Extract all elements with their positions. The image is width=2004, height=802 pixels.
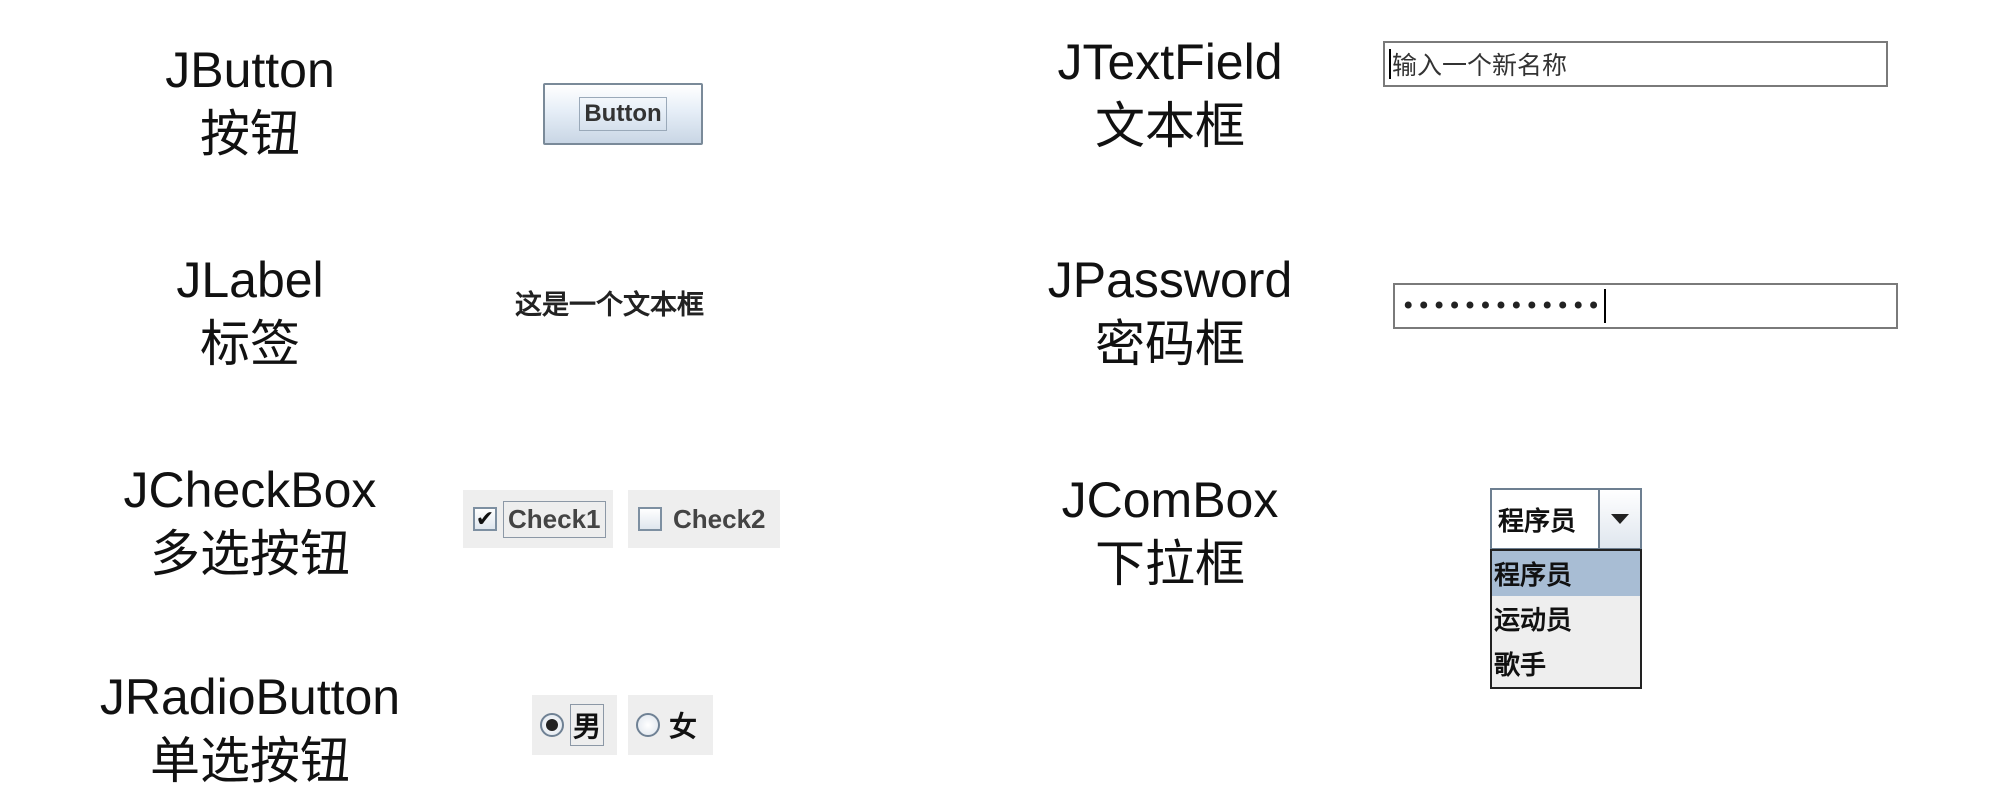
- password-caret: [1603, 289, 1606, 323]
- combo-arrow-button[interactable]: [1600, 490, 1640, 548]
- radio-female-label: 女: [669, 710, 698, 743]
- caption-jcombox-en: JComBox: [1061, 472, 1279, 528]
- caption-jbutton-zh: 按钮: [200, 106, 300, 162]
- caption-jlabel-zh: 标签: [200, 316, 300, 372]
- radio-male[interactable]: 男: [532, 695, 617, 755]
- radio-female[interactable]: 女: [628, 695, 713, 755]
- caption-jlabel: JLabel 标签: [150, 248, 350, 376]
- caption-jradiobutton-zh: 单选按钮: [150, 733, 350, 789]
- demo-text-field-value: 输入一个新名称: [1392, 51, 1568, 80]
- caption-jlabel-en: JLabel: [176, 252, 324, 308]
- radio-male-label: 男: [570, 704, 605, 746]
- caption-jtextfield-zh: 文本框: [1095, 98, 1245, 154]
- caption-jtextfield: JTextField 文本框: [1020, 30, 1320, 158]
- combo-option-2[interactable]: 歌手: [1492, 641, 1640, 686]
- caption-jcombox-zh: 下拉框: [1095, 536, 1245, 592]
- combo-option-0[interactable]: 程序员: [1492, 551, 1640, 596]
- caption-jtextfield-en: JTextField: [1057, 34, 1283, 90]
- combo-dropdown-list: 程序员 运动员 歌手: [1490, 549, 1642, 689]
- caption-jpassword-en: JPassword: [1047, 252, 1293, 308]
- caption-jbutton: JButton 按钮: [150, 38, 350, 166]
- demo-combo-box[interactable]: 程序员: [1490, 488, 1642, 550]
- caption-jcombox: JComBox 下拉框: [1020, 468, 1320, 596]
- caption-jpassword: JPassword 密码框: [1020, 248, 1320, 376]
- demo-button-label: Button: [579, 97, 667, 131]
- checkbox-check2-label: Check2: [673, 503, 766, 534]
- demo-text-field[interactable]: 输入一个新名称: [1383, 41, 1888, 87]
- caption-jbutton-en: JButton: [165, 42, 335, 98]
- caption-jcheckbox-en: JCheckBox: [123, 462, 377, 518]
- checkbox-check2[interactable]: Check2: [628, 490, 780, 548]
- chevron-down-icon: [1611, 514, 1629, 524]
- demo-password-mask: •••••••••••••: [1401, 292, 1602, 320]
- radio-selected-dot-icon: [546, 719, 558, 731]
- checkbox-check1-box[interactable]: ✔: [473, 507, 497, 531]
- radio-male-circle-icon[interactable]: [540, 713, 564, 737]
- caption-jpassword-zh: 密码框: [1095, 316, 1245, 372]
- text-caret: [1389, 49, 1391, 79]
- caption-jcheckbox-zh: 多选按钮: [150, 526, 350, 582]
- combo-option-1[interactable]: 运动员: [1492, 596, 1640, 641]
- demo-button[interactable]: Button: [543, 83, 703, 145]
- demo-label-text: 这是一个文本框: [515, 290, 704, 321]
- radio-female-circle-icon[interactable]: [636, 713, 660, 737]
- checkbox-check1[interactable]: ✔ Check1: [463, 490, 613, 548]
- checkbox-check2-box[interactable]: [638, 507, 662, 531]
- combo-selected-value: 程序员: [1492, 490, 1600, 548]
- checkbox-check1-label: Check1: [503, 500, 606, 538]
- demo-password-field[interactable]: •••••••••••••: [1393, 283, 1898, 329]
- caption-jradiobutton-en: JRadioButton: [99, 669, 401, 725]
- caption-jcheckbox: JCheckBox 多选按钮: [100, 458, 400, 586]
- check-mark-icon: ✔: [475, 506, 495, 531]
- caption-jradiobutton: JRadioButton 单选按钮: [70, 665, 430, 793]
